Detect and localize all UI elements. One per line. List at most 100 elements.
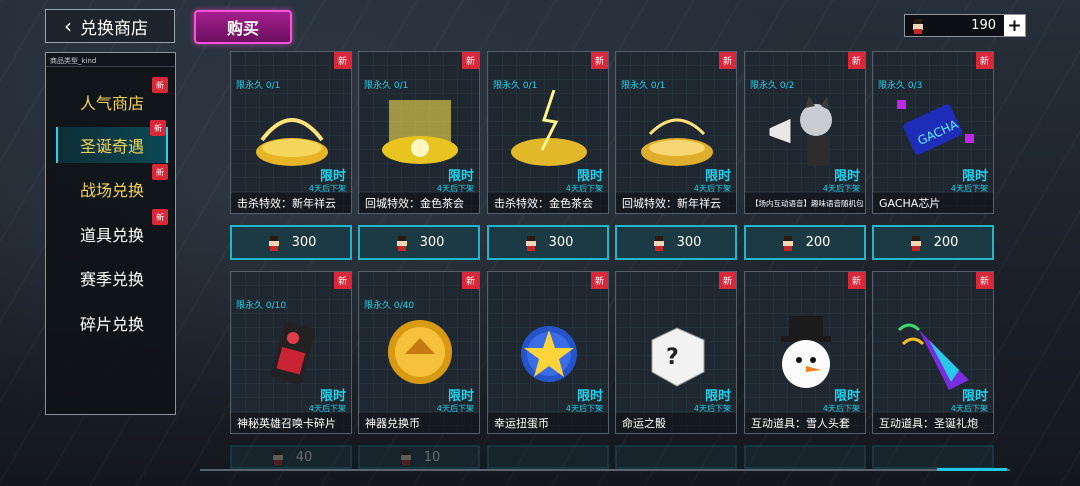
add-currency-button[interactable]: + — [1004, 15, 1025, 36]
price-button[interactable] — [872, 445, 994, 469]
currency-mascot-icon — [268, 235, 279, 251]
limited-time-label: 限时 — [961, 389, 988, 404]
sidebar-item-label: 圣诞奇遇 — [79, 137, 144, 156]
price-button[interactable]: 200 — [744, 225, 866, 260]
tab-buy-label: 购买 — [226, 19, 259, 38]
currency-mascot-icon — [525, 235, 536, 251]
product-name: 击杀特效：新年祥云 — [231, 193, 351, 213]
product-name: 回城特效：新年祥云 — [616, 193, 736, 213]
new-badge: 新 — [334, 52, 351, 69]
product-card[interactable]: 新限永久 0/1 限时 4天后下架 回城特效：金色茶会 — [358, 51, 480, 214]
product-card[interactable]: 新限永久 0/2 限时 4天后下架 【场内互动语音】趣味语音随机包 — [744, 51, 866, 214]
sidebar-item-label: 赛季兑换 — [79, 270, 144, 289]
limited-time-label: 限时 — [319, 389, 346, 404]
new-badge: 新 — [152, 164, 168, 180]
product-card[interactable]: 新限时 4天后下架 互动道具：雪人头套 — [744, 271, 866, 434]
limited-time-label: 限时 — [447, 389, 474, 404]
limited-time-label: 限时 — [319, 169, 346, 184]
page-title: 兑换商店 — [80, 18, 148, 39]
sidebar-item-popular[interactable]: 人气商店 新 — [56, 77, 168, 120]
new-badge: 新 — [152, 209, 168, 225]
product-name: 命运之骰 — [616, 413, 736, 433]
currency-mascot-icon — [782, 235, 793, 251]
sidebar-item-label: 道具兑换 — [79, 226, 144, 245]
price-value: 200 — [805, 235, 831, 250]
price-button[interactable]: 10 — [358, 445, 480, 469]
product-card[interactable]: 新限永久 0/1 限时 4天后下架 击杀特效：金色茶会 — [487, 51, 609, 214]
currency-mascot-icon — [272, 450, 283, 465]
new-badge: 新 — [462, 52, 479, 69]
currency-mascot-icon — [653, 235, 664, 251]
new-badge: 新 — [719, 52, 736, 69]
product-name: 神器兑换币 — [359, 413, 479, 433]
product-name: GACHA芯片 — [873, 193, 993, 213]
price-button[interactable] — [744, 445, 866, 469]
product-name: 【场内互动语音】趣味语音随机包 — [745, 193, 865, 213]
sidebar-item-label: 战场兑换 — [79, 181, 144, 200]
limited-time-label: 限时 — [833, 389, 860, 404]
limited-time-label: 限时 — [447, 169, 474, 184]
product-card[interactable]: 新限永久 0/3 GACHA 限时 4天后下架 GACHA芯片 — [872, 51, 994, 214]
product-card[interactable]: 新限永久 0/1 限时 4天后下架 击杀特效：新年祥云 — [230, 51, 352, 214]
price-button[interactable]: 200 — [872, 225, 994, 260]
new-badge: 新 — [848, 52, 865, 69]
sidebar-item-fragments[interactable]: 碎片兑换 — [56, 305, 168, 341]
new-badge: 新 — [334, 272, 351, 289]
new-badge: 新 — [152, 77, 168, 93]
limited-time-label: 限时 — [833, 169, 860, 184]
product-name: 互动道具：雪人头套 — [745, 413, 865, 433]
product-card[interactable]: 新限永久 0/10 限时 4天后下架 神秘英雄召唤卡碎片 — [230, 271, 352, 434]
new-badge: 新 — [976, 272, 993, 289]
back-button[interactable]: ‹ 兑换商店 — [45, 9, 175, 43]
sidebar-item-battlefield[interactable]: 战场兑换 新 — [56, 164, 168, 207]
price-button[interactable] — [487, 445, 609, 469]
sidebar-header: 商品类型_kind — [46, 53, 175, 67]
limited-time-label: 限时 — [961, 169, 988, 184]
price-value: 300 — [676, 235, 702, 250]
sidebar-item-christmas[interactable]: 圣诞奇遇 新 — [56, 120, 168, 163]
currency-mascot-icon — [910, 235, 921, 251]
product-name: 互动道具：圣诞礼炮 — [873, 413, 993, 433]
sidebar-item-season[interactable]: 赛季兑换 — [56, 260, 168, 296]
product-card[interactable]: 新限永久 0/1 限时 4天后下架 回城特效：新年祥云 — [615, 51, 737, 214]
currency-mascot-icon — [396, 235, 407, 251]
price-value: 200 — [933, 235, 959, 250]
price-button[interactable]: 40 — [230, 445, 352, 469]
svg-text:?: ? — [666, 345, 679, 370]
product-card[interactable]: 新限时 4天后下架 互动道具：圣诞礼炮 — [872, 271, 994, 434]
limited-time-label: 限时 — [576, 389, 603, 404]
price-button[interactable]: 300 — [358, 225, 480, 260]
product-card[interactable]: 新限时 4天后下架 幸运扭蛋币 — [487, 271, 609, 434]
price-value: 10 — [423, 449, 441, 465]
price-button[interactable]: 300 — [487, 225, 609, 260]
price-value: 40 — [295, 449, 313, 465]
limited-time-label: 限时 — [576, 169, 603, 184]
new-badge: 新 — [976, 52, 993, 69]
scroll-thumb[interactable] — [937, 468, 1007, 471]
sidebar-item-label: 碎片兑换 — [79, 315, 144, 334]
price-button[interactable]: 300 — [615, 225, 737, 260]
currency-mascot-icon — [913, 18, 923, 34]
new-badge: 新 — [462, 272, 479, 289]
price-value: 300 — [291, 235, 317, 250]
sidebar-item-label: 人气商店 — [79, 94, 144, 113]
product-name: 幸运扭蛋币 — [488, 413, 608, 433]
currency-display: 190 + — [904, 14, 1026, 37]
limited-time-label: 限时 — [704, 389, 731, 404]
price-button[interactable]: 300 — [230, 225, 352, 260]
product-card[interactable]: 新限永久 0/40 限时 4天后下架 神器兑换币 — [358, 271, 480, 434]
chevron-left-icon: ‹ — [64, 14, 72, 38]
category-sidebar: 商品类型_kind 人气商店 新 圣诞奇遇 新 战场兑换 新 道具兑换 新 赛季… — [45, 52, 176, 415]
product-card[interactable]: 新? 限时 4天后下架 命运之骰 — [615, 271, 737, 434]
tab-buy[interactable]: 购买 — [194, 10, 292, 44]
product-name: 回城特效：金色茶会 — [359, 193, 479, 213]
price-value: 300 — [419, 235, 445, 250]
product-name: 击杀特效：金色茶会 — [488, 193, 608, 213]
new-badge: 新 — [150, 120, 166, 136]
new-badge: 新 — [591, 272, 608, 289]
limited-time-label: 限时 — [704, 169, 731, 184]
price-button[interactable] — [615, 445, 737, 469]
sidebar-item-items[interactable]: 道具兑换 新 — [56, 209, 168, 252]
new-badge: 新 — [848, 272, 865, 289]
currency-mascot-icon — [400, 450, 411, 465]
